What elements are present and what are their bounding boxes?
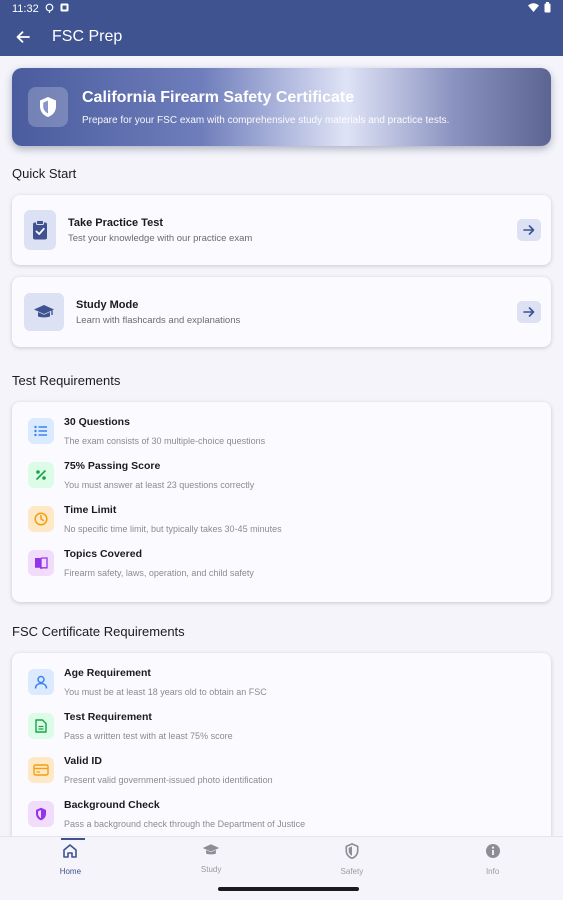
document-icon <box>28 713 54 739</box>
test-requirements-card: 30 Questions The exam consists of 30 mul… <box>12 402 551 602</box>
nav-item-home[interactable]: Home <box>0 837 141 900</box>
wifi-icon <box>528 3 539 15</box>
app-bar: FSC Prep <box>0 18 563 56</box>
quick-start-heading: Quick Start <box>12 166 77 181</box>
item-title: Background Check <box>64 799 160 811</box>
hero-title: California Firearm Safety Certificate <box>82 88 355 106</box>
list-item: Age Requirement You must be at least 18 … <box>28 667 537 711</box>
item-title: 75% Passing Score <box>64 460 161 472</box>
battery-icon <box>544 2 551 16</box>
id-card-icon <box>28 757 54 783</box>
item-title: Topics Covered <box>64 548 142 560</box>
home-icon <box>62 843 78 864</box>
list-item: Valid ID Present valid government-issued… <box>28 755 537 799</box>
gesture-bar[interactable] <box>218 887 359 891</box>
item-title: Age Requirement <box>64 667 151 679</box>
graduation-cap-icon <box>202 843 220 862</box>
arrow-right-icon[interactable] <box>517 219 541 241</box>
nav-label: Safety <box>340 867 364 876</box>
shield-icon <box>345 843 359 864</box>
nav-label: Home <box>59 867 82 876</box>
status-bar: 11:32 <box>0 0 563 18</box>
nav-label: Info <box>485 867 500 876</box>
list-item: 75% Passing Score You must answer at lea… <box>28 460 537 504</box>
app-bar-title: FSC Prep <box>52 28 123 45</box>
hero-banner: California Firearm Safety Certificate Pr… <box>12 68 551 146</box>
nav-item-info[interactable]: Info <box>422 837 563 900</box>
notification-icon <box>60 3 69 15</box>
nav-label: Study <box>200 865 222 874</box>
item-subtitle: The exam consists of 30 multiple-choice … <box>64 436 266 446</box>
item-subtitle: Present valid government-issued photo id… <box>64 775 273 785</box>
status-time: 11:32 <box>12 3 39 15</box>
item-subtitle: Pass a written test with at least 75% sc… <box>64 731 233 741</box>
item-subtitle: You must answer at least 23 questions co… <box>64 480 255 490</box>
main-content[interactable]: California Firearm Safety Certificate Pr… <box>0 56 563 836</box>
back-arrow-icon[interactable] <box>12 26 34 48</box>
hero-subtitle: Prepare for your FSC exam with comprehen… <box>82 114 450 126</box>
action-title: Take Practice Test <box>68 216 163 229</box>
item-title: Test Requirement <box>64 711 152 723</box>
list-item: Time Limit No specific time limit, but t… <box>28 504 537 548</box>
action-title: Study Mode <box>76 298 139 311</box>
shield-icon <box>28 87 68 127</box>
location-icon <box>45 3 54 16</box>
list-item: Background Check Pass a background check… <box>28 799 537 836</box>
list-item: Test Requirement Pass a written test wit… <box>28 711 537 755</box>
person-icon <box>28 669 54 695</box>
list-icon <box>28 418 54 444</box>
clock-icon <box>28 506 54 532</box>
list-item: 30 Questions The exam consists of 30 mul… <box>28 416 537 460</box>
item-title: Valid ID <box>64 755 102 767</box>
action-subtitle: Test your knowledge with our practice ex… <box>68 232 253 244</box>
item-subtitle: No specific time limit, but typically ta… <box>64 524 282 534</box>
percent-icon <box>28 462 54 488</box>
item-title: 30 Questions <box>64 416 130 428</box>
nav-active-indicator <box>61 838 85 840</box>
test-requirements-heading: Test Requirements <box>12 373 121 388</box>
item-subtitle: You must be at least 18 years old to obt… <box>64 687 267 697</box>
item-title: Time Limit <box>64 504 117 516</box>
fsc-requirements-card: Age Requirement You must be at least 18 … <box>12 653 551 836</box>
study-mode-card[interactable]: Study Mode Learn with flashcards and exp… <box>12 277 551 347</box>
shield-icon <box>28 801 54 827</box>
item-subtitle: Firearm safety, laws, operation, and chi… <box>64 568 254 578</box>
list-item: Topics Covered Firearm safety, laws, ope… <box>28 548 537 592</box>
clipboard-check-icon <box>24 210 56 250</box>
arrow-right-icon[interactable] <box>517 301 541 323</box>
action-subtitle: Learn with flashcards and explanations <box>76 314 241 326</box>
take-practice-test-card[interactable]: Take Practice Test Test your knowledge w… <box>12 195 551 265</box>
graduation-cap-icon <box>24 293 64 331</box>
item-subtitle: Pass a background check through the Depa… <box>64 819 306 829</box>
fsc-requirements-heading: FSC Certificate Requirements <box>12 624 185 639</box>
info-icon <box>485 843 501 864</box>
book-icon <box>28 550 54 576</box>
